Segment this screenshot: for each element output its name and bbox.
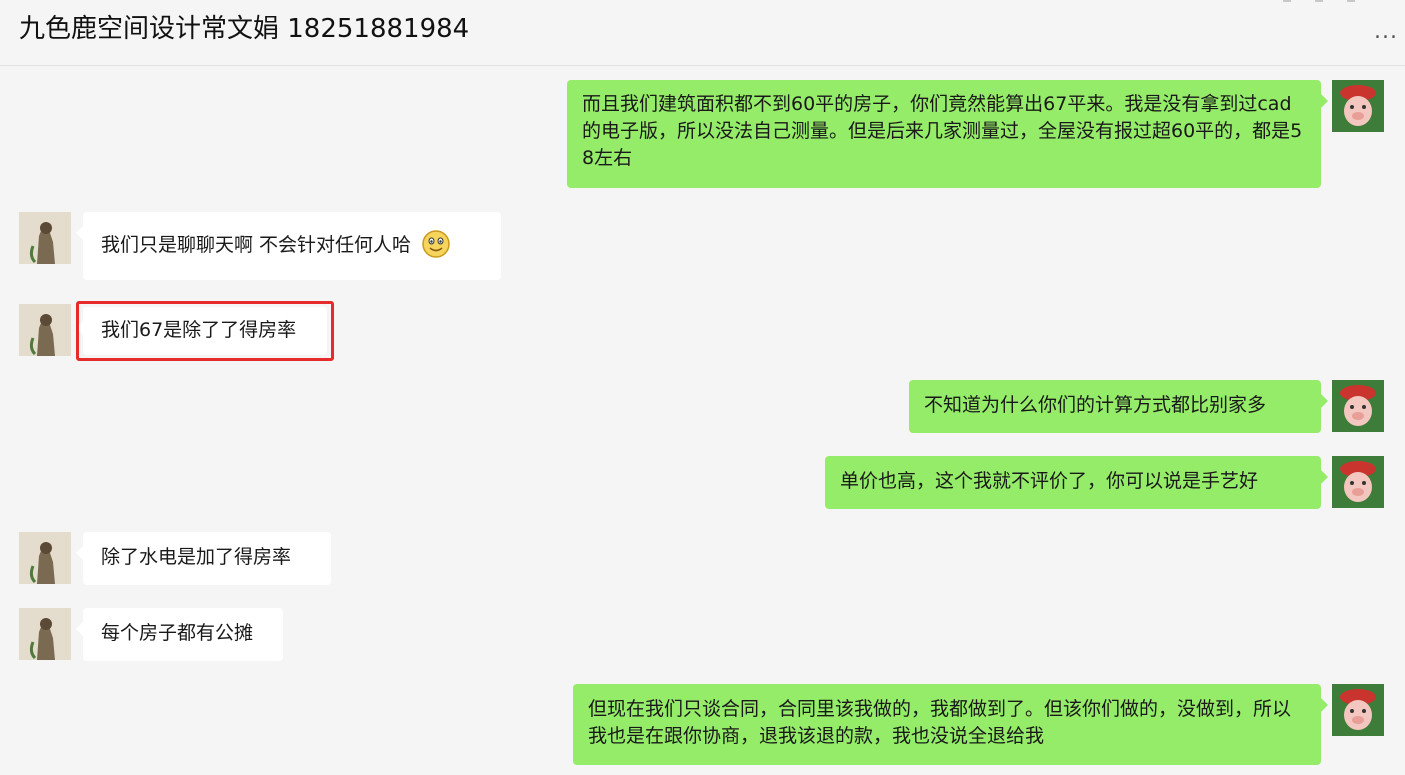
pig-avatar-icon bbox=[1332, 380, 1384, 432]
contact-avatar[interactable] bbox=[19, 532, 71, 584]
self-avatar[interactable] bbox=[1332, 80, 1384, 132]
message-bubble-self[interactable]: 单价也高，这个我就不评价了，你可以说是手艺好 bbox=[825, 456, 1328, 509]
chat-header: 九色鹿空间设计常文娟 18251881984 ... bbox=[0, 0, 1405, 66]
message-bubble-other[interactable]: 除了水电是加了得房率 bbox=[76, 532, 331, 585]
contact-avatar[interactable] bbox=[19, 608, 71, 660]
self-avatar[interactable] bbox=[1332, 380, 1384, 432]
contact-avatar[interactable] bbox=[19, 304, 71, 356]
window-controls bbox=[1275, 0, 1365, 4]
message-bubble-self[interactable]: 但现在我们只谈合同，合同里该我做的，我都做到了。但该你们做的，没做到，所以我也是… bbox=[573, 684, 1328, 765]
message-bubble-self[interactable]: 不知道为什么你们的计算方式都比别家多 bbox=[909, 380, 1328, 433]
message-bubble-other[interactable]: 我们只是聊聊天啊 不会针对任何人哈 bbox=[76, 212, 501, 280]
pig-avatar-icon bbox=[1332, 684, 1384, 736]
highlight-box bbox=[76, 301, 334, 361]
message-text: 我们只是聊聊天啊 不会针对任何人哈 bbox=[101, 234, 412, 256]
chat-title: 九色鹿空间设计常文娟 18251881984 bbox=[19, 14, 470, 44]
contact-photo-icon bbox=[19, 532, 71, 584]
smiley-icon bbox=[422, 229, 450, 258]
message-bubble-other[interactable]: 每个房子都有公摊 bbox=[76, 608, 283, 661]
message-bubble-self[interactable]: 而且我们建筑面积都不到60平的房子，你们竟然能算出67平来。我是没有拿到过cad… bbox=[567, 80, 1328, 188]
self-avatar[interactable] bbox=[1332, 684, 1384, 736]
contact-photo-icon bbox=[19, 608, 71, 660]
more-options-icon[interactable]: ... bbox=[1372, 21, 1400, 43]
contact-photo-icon bbox=[19, 212, 71, 264]
contact-avatar[interactable] bbox=[19, 212, 71, 264]
self-avatar[interactable] bbox=[1332, 456, 1384, 508]
pig-avatar-icon bbox=[1332, 456, 1384, 508]
contact-photo-icon bbox=[19, 304, 71, 356]
pig-avatar-icon bbox=[1332, 80, 1384, 132]
